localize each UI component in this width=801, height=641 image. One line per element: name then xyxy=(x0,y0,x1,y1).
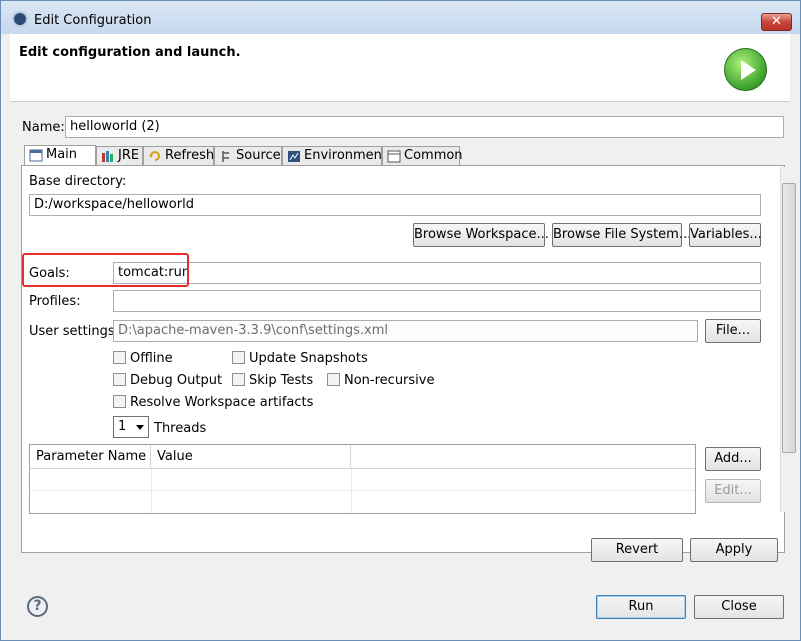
column-value[interactable]: Value xyxy=(151,445,351,469)
debug-output-checkbox-label: Debug Output xyxy=(130,373,223,388)
table-grid-line xyxy=(351,469,352,513)
tab-common[interactable]: Common xyxy=(382,146,463,166)
window-close-button[interactable]: ✕ xyxy=(761,13,792,31)
non-recursive-checkbox[interactable]: Non-recursive xyxy=(327,373,434,389)
title-bar: Edit Configuration ✕ xyxy=(1,1,800,34)
variables-button[interactable]: Variables... xyxy=(689,223,762,247)
tab-refresh-label: Refresh xyxy=(165,148,215,163)
environment-icon xyxy=(288,151,300,162)
offline-checkbox-box[interactable] xyxy=(113,351,126,364)
add-parameter-button[interactable]: Add... xyxy=(705,447,761,471)
tab-source-label: Source xyxy=(236,148,281,163)
skip-tests-checkbox-box[interactable] xyxy=(232,373,245,386)
user-settings-label: User settings: xyxy=(29,324,119,339)
jre-icon xyxy=(102,151,113,162)
refresh-icon xyxy=(149,151,160,161)
update-snapshots-checkbox[interactable]: Update Snapshots xyxy=(232,351,368,367)
non-recursive-checkbox-label: Non-recursive xyxy=(344,373,435,388)
banner-title: Edit configuration and launch. xyxy=(19,45,241,60)
threads-select[interactable]: 1 xyxy=(113,416,149,438)
apply-button[interactable]: Apply xyxy=(690,538,778,562)
non-recursive-checkbox-box[interactable] xyxy=(327,373,340,386)
debug-output-checkbox[interactable]: Debug Output xyxy=(113,373,222,389)
column-extra[interactable] xyxy=(351,445,695,469)
tab-environment-label: Environment xyxy=(304,148,388,163)
base-directory-label: Base directory: xyxy=(29,174,127,189)
tab-source[interactable]: Source xyxy=(214,146,282,166)
tab-main[interactable]: Main xyxy=(24,145,96,166)
scrollbar-thumb[interactable] xyxy=(782,183,796,453)
threads-select-value: 1 xyxy=(118,419,127,434)
main-tab-icon xyxy=(29,149,43,162)
threads-label: Threads xyxy=(154,421,207,436)
chevron-down-icon xyxy=(136,425,144,430)
run-launch-icon xyxy=(724,48,767,91)
update-snapshots-checkbox-label: Update Snapshots xyxy=(249,351,368,366)
help-icon[interactable]: ? xyxy=(27,596,48,617)
debug-output-checkbox-box[interactable] xyxy=(113,373,126,386)
panel-scrollbar[interactable] xyxy=(780,167,796,512)
close-button[interactable]: Close xyxy=(694,595,784,619)
skip-tests-checkbox-label: Skip Tests xyxy=(249,373,314,388)
resolve-workspace-checkbox[interactable]: Resolve Workspace artifacts xyxy=(113,395,313,411)
base-directory-field[interactable]: D:/workspace/helloworld xyxy=(29,194,761,216)
tab-main-label: Main xyxy=(46,147,78,162)
resolve-workspace-checkbox-box[interactable] xyxy=(113,395,126,408)
dialog-banner: Edit configuration and launch. xyxy=(10,34,790,102)
run-button[interactable]: Run xyxy=(596,595,686,619)
file-button[interactable]: File... xyxy=(705,319,761,343)
column-parameter-name[interactable]: Parameter Name xyxy=(30,445,151,469)
profiles-label: Profiles: xyxy=(29,294,81,309)
update-snapshots-checkbox-box[interactable] xyxy=(232,351,245,364)
user-settings-field[interactable]: D:\apache-maven-3.3.9\conf\settings.xml xyxy=(113,320,698,342)
common-icon xyxy=(387,150,401,163)
window-title: Edit Configuration xyxy=(34,13,152,28)
offline-checkbox-label: Offline xyxy=(130,351,173,366)
name-field[interactable]: helloworld (2) xyxy=(65,116,784,138)
browse-workspace-button[interactable]: Browse Workspace... xyxy=(413,223,549,247)
skip-tests-checkbox[interactable]: Skip Tests xyxy=(232,373,313,389)
goals-field[interactable]: tomcat:run xyxy=(113,262,761,284)
tab-jre-label: JRE xyxy=(118,148,140,163)
name-label: Name: xyxy=(22,120,65,135)
table-row xyxy=(30,490,695,491)
resolve-workspace-checkbox-label: Resolve Workspace artifacts xyxy=(130,395,314,410)
goals-highlight-box xyxy=(22,253,189,287)
edit-parameter-button: Edit... xyxy=(705,479,761,503)
revert-button[interactable]: Revert xyxy=(591,538,683,562)
offline-checkbox[interactable]: Offline xyxy=(113,351,173,367)
parameter-table[interactable]: Parameter Name Value xyxy=(29,444,696,514)
eclipse-icon xyxy=(12,11,28,27)
profiles-field[interactable] xyxy=(113,290,761,312)
edit-configuration-dialog: Edit Configuration ✕ Edit configuration … xyxy=(0,0,801,641)
tab-refresh[interactable]: Refresh xyxy=(143,146,214,166)
tab-environment[interactable]: Environment xyxy=(282,146,387,166)
tab-common-label: Common xyxy=(404,148,463,163)
browse-file-system-button[interactable]: Browse File System... xyxy=(552,223,691,247)
tab-jre[interactable]: JRE xyxy=(96,146,143,166)
table-header: Parameter Name Value xyxy=(30,445,695,469)
source-icon xyxy=(222,151,229,162)
table-grid-line xyxy=(151,469,152,513)
content-area: Name: helloworld (2) Main JRE Refresh So… xyxy=(10,103,796,639)
